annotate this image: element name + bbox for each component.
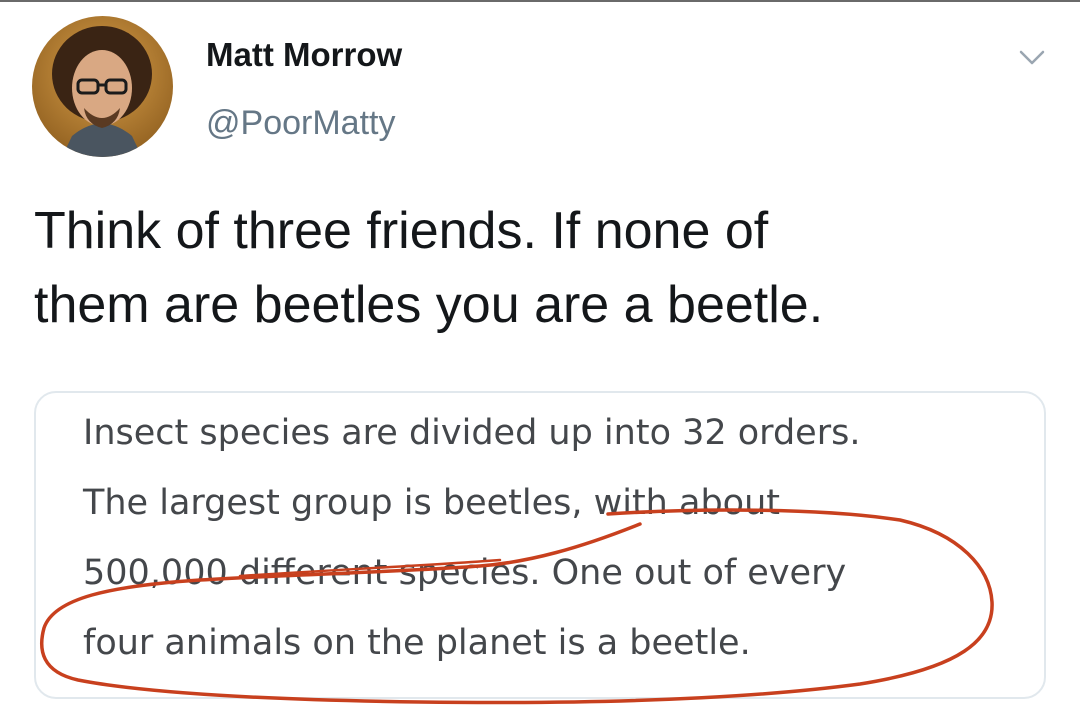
- avatar[interactable]: [32, 16, 173, 157]
- avatar-photo-icon: [32, 16, 173, 157]
- author-handle[interactable]: @PoorMatty: [206, 104, 395, 143]
- quote-card-line: 500,000 different species. One out of ev…: [83, 553, 847, 593]
- quote-card-line: four animals on the planet is a beetle.: [83, 623, 751, 663]
- tweet-menu-button[interactable]: [1016, 44, 1048, 70]
- author-display-name[interactable]: Matt Morrow: [206, 36, 402, 74]
- tweet-text: Think of three friends. If none of them …: [34, 194, 1054, 342]
- tweet-text-line: Think of three friends. If none of: [34, 202, 769, 260]
- tweet-text-line: them are beetles you are a beetle.: [34, 276, 824, 334]
- top-divider: [0, 0, 1080, 2]
- quote-card-text: Insect species are divided up into 32 or…: [83, 398, 1043, 678]
- quote-card-line: Insect species are divided up into 32 or…: [83, 413, 861, 453]
- chevron-down-icon: [1019, 50, 1045, 65]
- quote-card-line: The largest group is beetles, with about: [83, 483, 780, 523]
